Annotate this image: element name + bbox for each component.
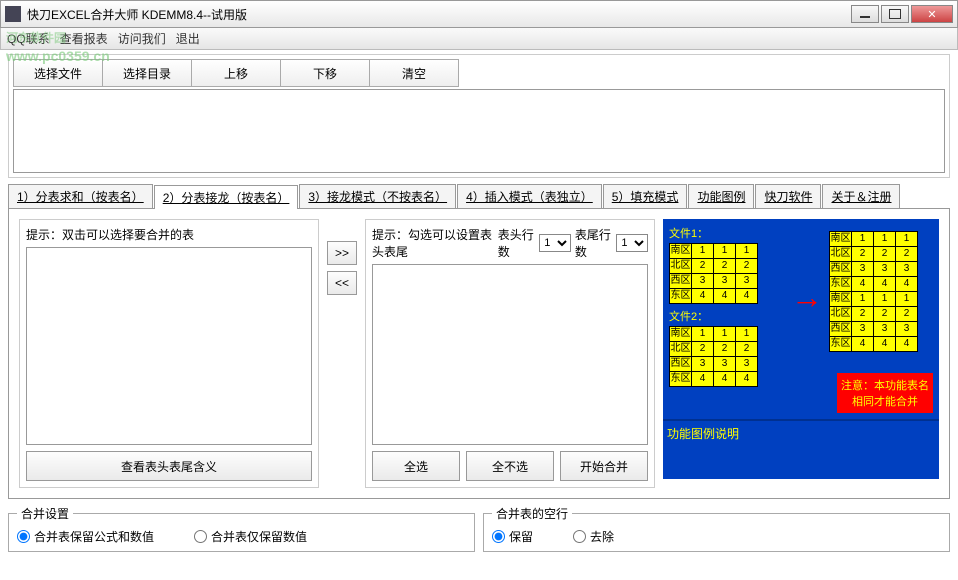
maximize-button[interactable] <box>881 5 909 23</box>
menu-visit[interactable]: 访问我们 <box>118 30 166 47</box>
view-header-footer-button[interactable]: 查看表头表尾含义 <box>26 451 312 481</box>
menu-report[interactable]: 查看报表 <box>60 30 108 47</box>
move-left-button[interactable]: << <box>327 271 357 295</box>
tab-7[interactable]: 快刀软件 <box>755 184 821 208</box>
tab-content: 提示：双击可以选择要合并的表 查看表头表尾含义 >> << 提示：勾选可以设置表… <box>8 209 950 499</box>
blank-rows-legend: 合并表的空行 <box>492 505 572 522</box>
menu-qq[interactable]: QQ联系 <box>7 30 50 47</box>
close-button[interactable]: ✕ <box>911 5 953 23</box>
diagram-note: 注意：本功能表名相同才能合并 <box>837 373 933 413</box>
tab-3[interactable]: 3）接龙模式（不按表名） <box>299 184 456 208</box>
app-icon <box>5 6 21 22</box>
titlebar: 快刀EXCEL合并大师 KDEMM8.4--试用版 ✕ <box>0 0 958 28</box>
deselect-all-button[interactable]: 全不选 <box>466 451 554 481</box>
move-right-button[interactable]: >> <box>327 241 357 265</box>
tail-rows-combo[interactable]: 1 <box>616 234 648 252</box>
selected-listbox[interactable] <box>372 264 648 445</box>
radio-keep-formula[interactable]: 合并表保留公式和数值 <box>17 528 154 545</box>
diagram: 文件1： 南区111 北区222 西区333 东区444 文件2： 南区111 … <box>663 219 939 419</box>
merge-settings-fieldset: 合并设置 合并表保留公式和数值 合并表仅保留数值 <box>8 505 475 552</box>
result-table: 南区111 北区222 西区333 东区444 南区111 北区222 西区33… <box>829 231 918 352</box>
tab-8[interactable]: 关于＆注册 <box>822 184 900 208</box>
diagram-footer: 功能图例说明 <box>663 419 939 479</box>
sheets-listbox[interactable] <box>26 247 312 445</box>
tab-2[interactable]: 2）分表接龙（按表名） <box>154 185 299 209</box>
tab-4[interactable]: 4）插入模式（表独立） <box>457 184 602 208</box>
mid-group: 提示：勾选可以设置表头表尾 表头行数 1 表尾行数 1 全选 全不选 开始合并 <box>365 219 655 488</box>
select-dir-button[interactable]: 选择目录 <box>102 59 192 87</box>
tab-6[interactable]: 功能图例 <box>688 184 754 208</box>
move-up-button[interactable]: 上移 <box>191 59 281 87</box>
radio-keep-values[interactable]: 合并表仅保留数值 <box>194 528 307 545</box>
left-group: 提示：双击可以选择要合并的表 查看表头表尾含义 <box>19 219 319 488</box>
bottom-settings: 合并设置 合并表保留公式和数值 合并表仅保留数值 合并表的空行 保留 去除 <box>8 505 950 552</box>
file1-table: 南区111 北区222 西区333 东区444 <box>669 243 758 304</box>
mid-hint: 提示：勾选可以设置表头表尾 <box>372 226 494 260</box>
tabs: 1）分表求和（按表名） 2）分表接龙（按表名） 3）接龙模式（不按表名） 4）插… <box>8 184 950 209</box>
blank-rows-fieldset: 合并表的空行 保留 去除 <box>483 505 950 552</box>
left-hint: 提示：双击可以选择要合并的表 <box>26 226 312 243</box>
tab-1[interactable]: 1）分表求和（按表名） <box>8 184 153 208</box>
clear-button[interactable]: 清空 <box>369 59 459 87</box>
minimize-button[interactable] <box>851 5 879 23</box>
window-title: 快刀EXCEL合并大师 KDEMM8.4--试用版 <box>27 6 851 23</box>
start-merge-button[interactable]: 开始合并 <box>560 451 648 481</box>
head-rows-combo[interactable]: 1 <box>539 234 571 252</box>
radio-remove-blank[interactable]: 去除 <box>573 528 614 545</box>
file-toolbar-box: 选择文件 选择目录 上移 下移 清空 <box>8 54 950 178</box>
menubar: QQ联系 查看报表 访问我们 退出 <box>0 28 958 50</box>
diagram-footer-title: 功能图例说明 <box>667 427 739 441</box>
move-buttons: >> << <box>327 219 357 488</box>
select-file-button[interactable]: 选择文件 <box>13 59 103 87</box>
file-list[interactable] <box>13 89 945 173</box>
radio-keep-blank[interactable]: 保留 <box>492 528 533 545</box>
menu-exit[interactable]: 退出 <box>176 30 200 47</box>
file2-table: 南区111 北区222 西区333 东区444 <box>669 326 758 387</box>
select-all-button[interactable]: 全选 <box>372 451 460 481</box>
head-rows-label: 表头行数 <box>498 226 535 260</box>
diagram-panel: 文件1： 南区111 北区222 西区333 东区444 文件2： 南区111 … <box>663 219 939 488</box>
arrow-icon: → <box>791 279 823 316</box>
tail-rows-label: 表尾行数 <box>575 226 612 260</box>
move-down-button[interactable]: 下移 <box>280 59 370 87</box>
merge-settings-legend: 合并设置 <box>17 505 73 522</box>
window-controls: ✕ <box>851 5 953 23</box>
tab-5[interactable]: 5）填充模式 <box>603 184 688 208</box>
